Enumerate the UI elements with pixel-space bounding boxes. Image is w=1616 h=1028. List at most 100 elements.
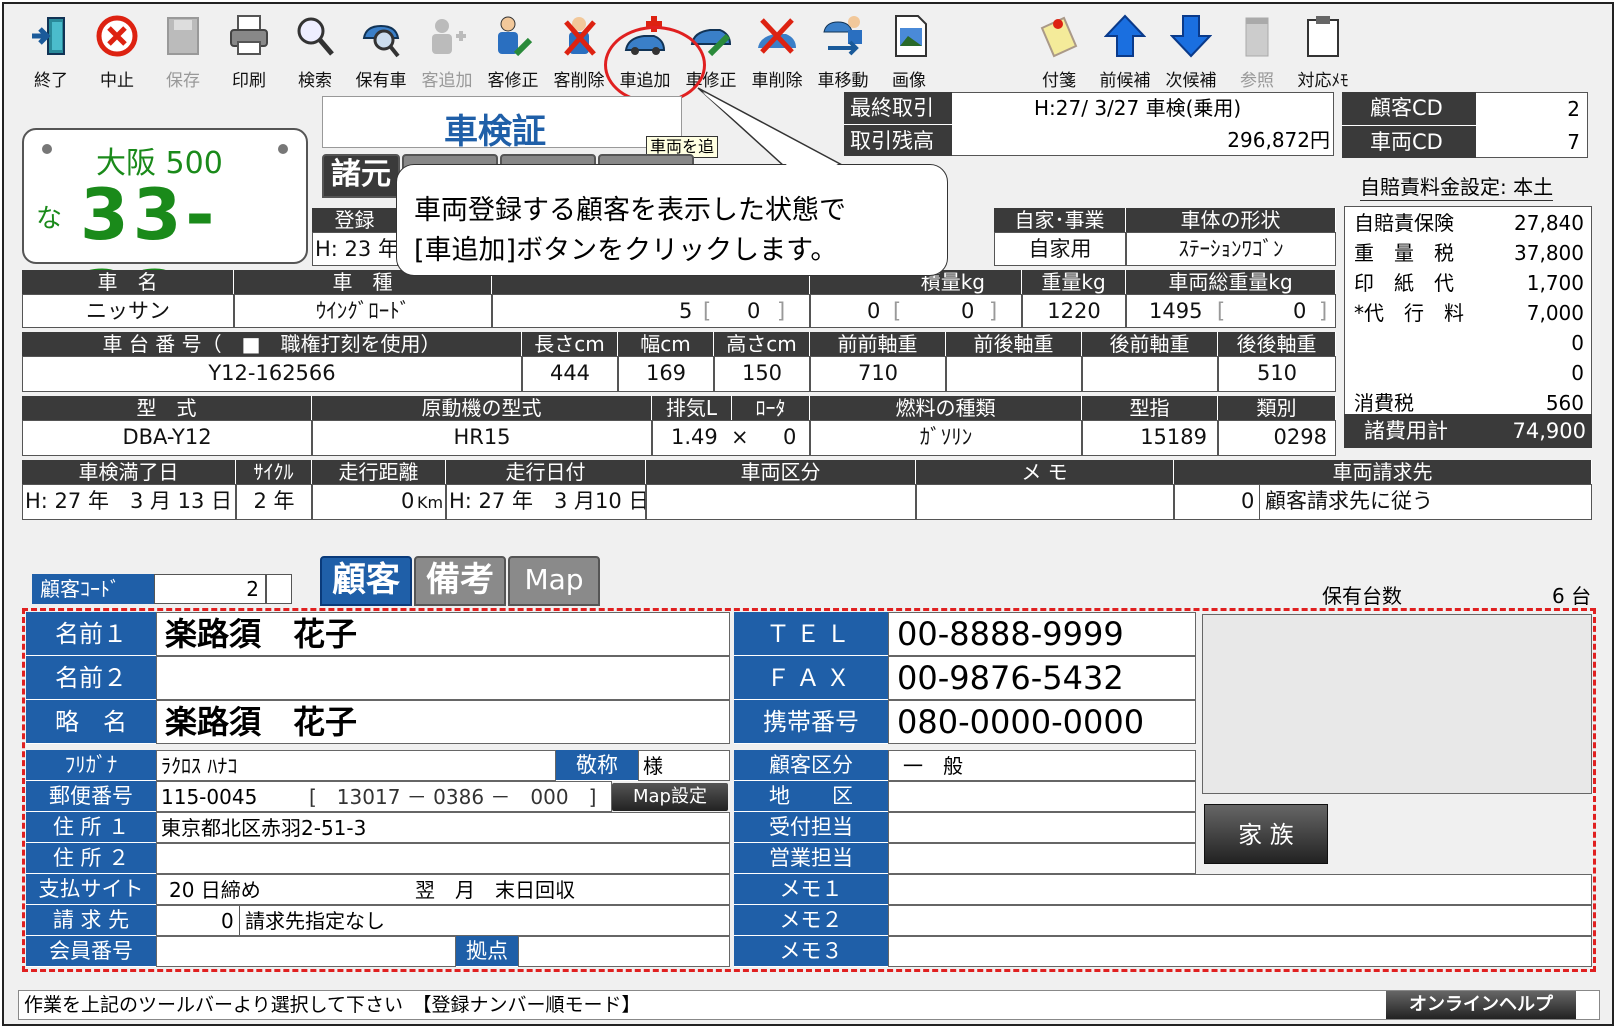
plate-bolt-right xyxy=(278,144,288,154)
fee-value: 37,800 xyxy=(1514,241,1584,265)
axle-fr-value xyxy=(946,356,1082,392)
district-label: 地 区 xyxy=(734,781,888,812)
fuel-value: ｶﾞｿﾘﾝ xyxy=(810,420,1082,456)
address1-field[interactable]: 東京都北区赤羽2-51-3 xyxy=(156,812,730,843)
memo3-field[interactable] xyxy=(888,936,1592,967)
reg-date: H: 23 年 xyxy=(312,232,398,266)
owned-count-label: 保有台数 xyxy=(1322,584,1402,608)
fee-value: 0 xyxy=(1571,361,1584,385)
vehicle-billing-header: 車両請求先 xyxy=(1174,460,1592,484)
address2-field[interactable] xyxy=(156,843,730,874)
tel-label: ＴＥＬ xyxy=(734,612,888,656)
cancel-circle-icon xyxy=(96,15,138,57)
customer-category-field[interactable]: 一 般 xyxy=(888,750,1196,781)
displacement-field: 1.49 × 0 xyxy=(652,420,810,456)
short-name-field[interactable]: 楽路須 花子 xyxy=(156,700,730,744)
car-model-name-value: ｳｲﾝｸﾞﾛｰﾄﾞ xyxy=(234,294,492,328)
map-setting-button[interactable]: Map設定 xyxy=(612,783,728,811)
furigana-field[interactable]: ﾗｸﾛｽ ﾊﾅｺ xyxy=(156,750,556,781)
memo2-field[interactable] xyxy=(888,905,1592,936)
honorific-field[interactable]: 様 xyxy=(638,750,730,781)
fax-field[interactable]: 00-9876-5432 xyxy=(888,656,1196,700)
move-car-icon xyxy=(823,16,862,56)
name2-field[interactable] xyxy=(156,656,730,700)
tab-notes[interactable]: 備考 xyxy=(414,556,506,606)
edit-customer-button[interactable]: 客修正 xyxy=(480,8,546,91)
delete-customer-button[interactable]: 客削除 xyxy=(546,8,612,91)
customer-category-label: 顧客区分 xyxy=(734,750,888,781)
next-candidate-button[interactable]: 次候補 xyxy=(1158,8,1224,91)
tab-map[interactable]: Map xyxy=(508,556,600,606)
fee-label: 印 紙 代 xyxy=(1354,271,1454,295)
search-button[interactable]: 検索 xyxy=(282,8,348,91)
model-header: 型 式 xyxy=(22,396,312,420)
displacement-header: 排気L xyxy=(652,396,732,420)
capacity-field: 5 [ 0 ] xyxy=(492,294,810,328)
width-value: 169 xyxy=(618,356,714,392)
name1-label: 名前１ xyxy=(26,612,156,656)
fax-label: ＦＡＸ xyxy=(734,656,888,700)
fee-row: 重 量 税 37,800 xyxy=(1346,238,1590,268)
fee-label: 重 量 税 xyxy=(1354,241,1454,265)
fee-row: 自賠責保険 27,840 xyxy=(1346,208,1590,238)
fee-value: 0 xyxy=(1571,331,1584,355)
customer-code-input[interactable]: 2 xyxy=(154,574,266,604)
reference-button[interactable]: 参照 xyxy=(1224,8,1290,91)
engine-header: 原動機の型式 xyxy=(312,396,652,420)
prev-candidate-button[interactable]: 前候補 xyxy=(1092,8,1158,91)
district-field[interactable] xyxy=(888,781,1196,812)
zip-field[interactable]: 115-0045 [ 13017 － 0386 － 000 ] xyxy=(156,781,612,812)
sticky-note-button[interactable]: 付箋 xyxy=(1026,8,1092,91)
axle-rf-value xyxy=(1082,356,1218,392)
billing-field[interactable]: 0 請求先指定なし xyxy=(156,905,730,936)
response-memo-button[interactable]: 対応ﾒﾓ xyxy=(1290,8,1356,91)
owned-car-button[interactable]: 保有車 xyxy=(348,8,414,91)
payment-site-label: 支払サイト xyxy=(26,874,156,905)
reference-icon xyxy=(1245,17,1269,57)
inspection-expiry-header: 車検満了日 xyxy=(22,460,236,484)
memo1-label: メモ１ xyxy=(734,874,888,905)
length-header: 長さcm xyxy=(522,332,618,356)
gross-bracket: [ xyxy=(1217,299,1226,323)
reception-staff-field[interactable] xyxy=(888,812,1196,843)
mileage-date-value: H: 27 年 3 月10 日 xyxy=(446,484,646,520)
plate-kana: な xyxy=(36,204,63,234)
online-help-button[interactable]: オンラインヘルプ xyxy=(1386,991,1576,1019)
tab-specs[interactable]: 諸元 xyxy=(322,154,400,198)
family-button[interactable]: 家 族 xyxy=(1204,804,1328,864)
sales-staff-field[interactable] xyxy=(888,843,1196,874)
delete-car-button[interactable]: 車削除 xyxy=(744,8,810,91)
print-button[interactable]: 印刷 xyxy=(216,8,282,91)
payment-site-field[interactable]: 20 日締め 翌 月 末日回収 xyxy=(156,874,730,905)
tab-customer[interactable]: 顧客 xyxy=(320,556,412,606)
image-button[interactable]: 画像 xyxy=(876,8,942,91)
use-header: 自家･事業 xyxy=(994,208,1126,232)
mobile-field[interactable]: 080-0000-0000 xyxy=(888,700,1196,744)
billing-field-divider xyxy=(239,906,240,935)
exit-button[interactable]: 終了 xyxy=(18,8,84,91)
base-label[interactable]: 拠点 xyxy=(456,936,518,967)
add-customer-button[interactable]: 客追加 xyxy=(414,8,480,91)
tel-field[interactable]: 00-8888-9999 xyxy=(888,612,1196,656)
status-text: 作業を上記のツールバーより選択して下さい 【登録ナンバー順モード】 xyxy=(24,994,641,1016)
length-value: 444 xyxy=(522,356,618,392)
category-value: 0298 xyxy=(1218,420,1336,456)
memo2-label: メモ２ xyxy=(734,905,888,936)
member-number-field[interactable] xyxy=(156,936,456,967)
up-arrow-icon xyxy=(1104,14,1146,57)
save-button[interactable]: 保存 xyxy=(150,8,216,91)
customer-code-spin[interactable] xyxy=(266,574,292,604)
chassis-value: Y12-162566 xyxy=(22,356,522,392)
rotor-header: ﾛｰﾀ xyxy=(732,396,810,420)
edit-customer-icon xyxy=(498,16,533,57)
delete-customer-icon xyxy=(564,17,596,56)
move-car-button[interactable]: 車移動 xyxy=(810,8,876,91)
abort-button[interactable]: 中止 xyxy=(84,8,150,91)
fee-value: 7,000 xyxy=(1526,301,1584,325)
base-field[interactable] xyxy=(518,936,730,967)
memo1-field[interactable] xyxy=(888,874,1592,905)
height-header: 高さcm xyxy=(714,332,810,356)
name1-field[interactable]: 楽路須 花子 xyxy=(156,612,730,656)
height-value: 150 xyxy=(714,356,810,392)
axle-rr-header: 後後軸重 xyxy=(1218,332,1336,356)
